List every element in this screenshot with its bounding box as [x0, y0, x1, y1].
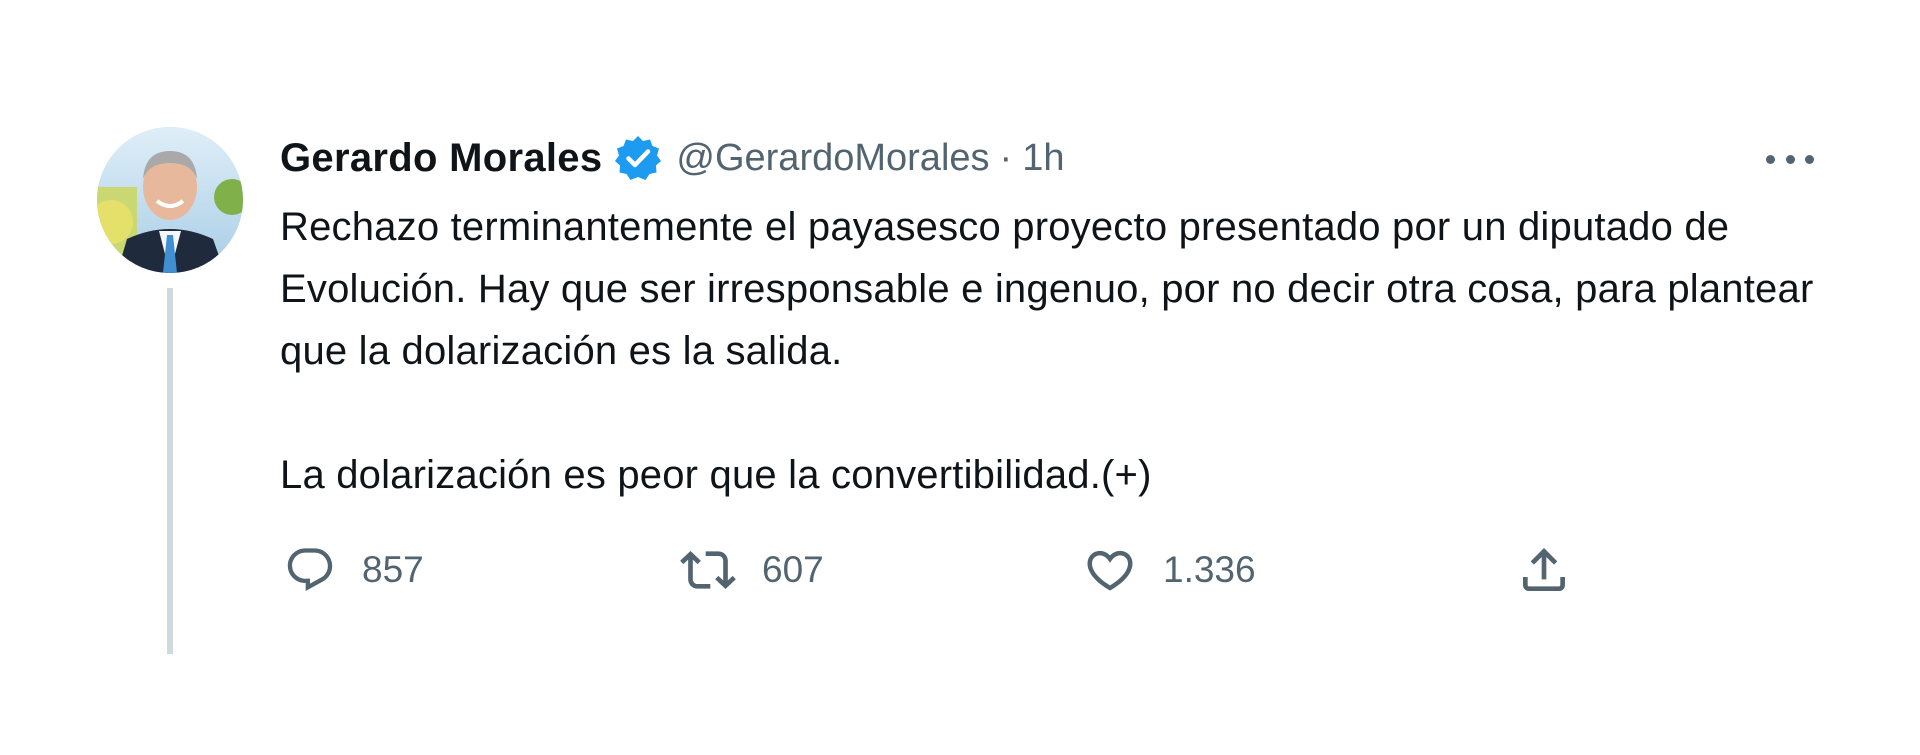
- action-bar: 857 607 1.336: [0, 540, 1920, 600]
- more-dot: [1766, 154, 1775, 164]
- timestamp[interactable]: 1h: [1022, 137, 1064, 180]
- retweet-icon: [680, 551, 736, 589]
- retweet-count: 607: [762, 549, 824, 590]
- like-button[interactable]: 1.336: [1083, 540, 1256, 600]
- more-dot: [1805, 154, 1814, 164]
- like-count: 1.336: [1163, 549, 1256, 590]
- tweet-header: Gerardo Morales @GerardoMorales · 1h: [280, 130, 1064, 186]
- separator-dot: ·: [999, 136, 1013, 179]
- verified-badge-icon: [614, 134, 662, 182]
- share-icon: [1523, 548, 1565, 591]
- share-button[interactable]: [1516, 540, 1572, 600]
- tweet-paragraph: La dolarización es peor que la convertib…: [280, 453, 1152, 497]
- more-options-icon[interactable]: [1766, 139, 1814, 179]
- reply-icon: [287, 548, 333, 592]
- avatar[interactable]: [97, 127, 243, 273]
- tweet-paragraph: Rechazo terminantemente el payasesco pro…: [280, 205, 1814, 373]
- tweet-card: Gerardo Morales @GerardoMorales · 1h Rec…: [0, 0, 1920, 755]
- retweet-button[interactable]: 607: [680, 540, 824, 600]
- heart-icon: [1087, 550, 1133, 591]
- avatar-photo: [97, 127, 243, 273]
- display-name[interactable]: Gerardo Morales: [280, 136, 602, 181]
- more-dot: [1785, 154, 1795, 164]
- tweet-text: Rechazo terminantemente el payasesco pro…: [280, 196, 1820, 506]
- reply-count: 857: [362, 549, 424, 590]
- reply-button[interactable]: 857: [284, 540, 424, 600]
- handle[interactable]: @GerardoMorales: [676, 137, 989, 180]
